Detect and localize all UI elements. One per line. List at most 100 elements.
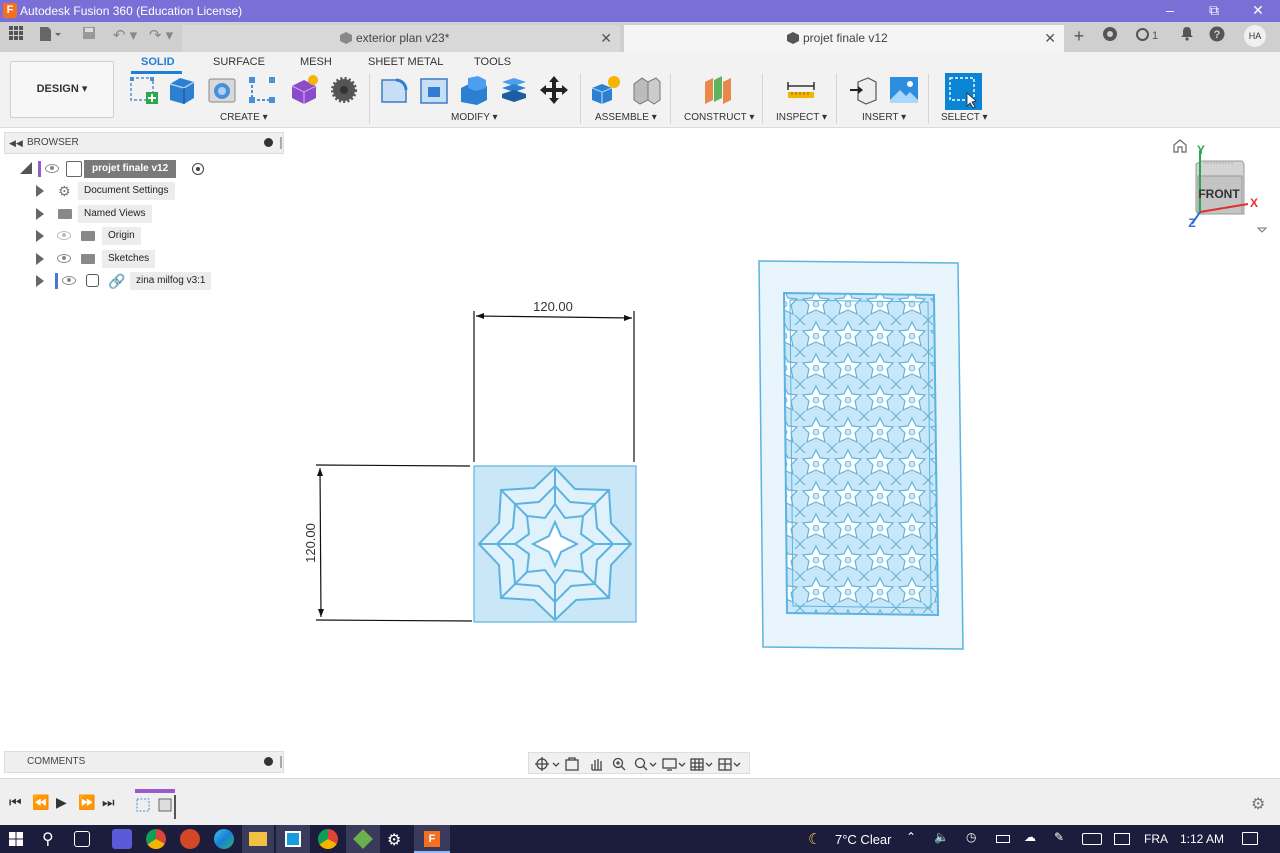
browser-item-sketches[interactable]: Sketches	[20, 249, 220, 269]
insert-canvas-image-icon[interactable]	[888, 74, 920, 106]
undo-icon[interactable]: ↶ ▾	[110, 26, 140, 46]
windows-start-icon[interactable]	[9, 832, 23, 846]
restore-button[interactable]: ⧉	[1192, 0, 1236, 22]
minimize-button[interactable]: –	[1148, 0, 1192, 22]
design-canvas[interactable]: 120.00 120.00 FRONT Y X Z	[290, 130, 1280, 750]
task-view-icon[interactable]	[74, 831, 90, 847]
play-icon[interactable]: ▶	[56, 794, 67, 811]
timeline-component-icon[interactable]	[158, 798, 172, 812]
assemble-group-label[interactable]: ASSEMBLE ▾	[595, 112, 657, 123]
collapse-panel-icon[interactable]: ◀◀	[9, 133, 23, 153]
close-window-button[interactable]: ✕	[1236, 0, 1280, 22]
chrome-icon[interactable]	[318, 829, 338, 849]
teams-icon[interactable]	[112, 829, 132, 849]
orbit-icon[interactable]	[535, 757, 549, 771]
expand-triangle-icon[interactable]	[36, 208, 44, 220]
timeline-sketch-icon[interactable]	[136, 798, 150, 812]
browser-item-named-views[interactable]: Named Views	[20, 204, 220, 224]
combine-icon[interactable]	[498, 74, 530, 106]
git-app-button[interactable]	[346, 825, 380, 853]
job-status-icon[interactable]: 1	[1132, 26, 1162, 46]
notifications-bell-icon[interactable]	[1178, 26, 1196, 46]
fit-zoom-icon[interactable]	[634, 757, 648, 771]
new-tab-icon[interactable]: +	[1068, 26, 1090, 46]
app-active-button[interactable]	[276, 825, 310, 853]
add-comment-icon[interactable]	[264, 757, 273, 766]
settings-gear-icon[interactable]: ⚙	[387, 830, 401, 850]
help-icon[interactable]: ?	[1208, 26, 1226, 46]
visibility-eye-icon[interactable]	[62, 276, 76, 285]
powerpoint-icon[interactable]	[180, 829, 200, 849]
notification-center-icon[interactable]	[1242, 832, 1258, 845]
rosette-sketch[interactable]	[473, 465, 637, 623]
viewcube-face-label[interactable]: FRONT	[1198, 187, 1240, 201]
lattice-panel-sketch[interactable]	[758, 260, 964, 650]
timeline-features[interactable]	[135, 789, 179, 819]
display-settings-icon[interactable]	[662, 758, 677, 771]
viewports-icon[interactable]	[718, 758, 732, 771]
expand-triangle-icon[interactable]	[36, 230, 44, 242]
vertical-dimension[interactable]	[315, 464, 473, 622]
browser-item-document-settings[interactable]: ⚙ Document Settings	[20, 181, 220, 201]
new-component-icon[interactable]	[590, 74, 622, 106]
measure-icon[interactable]	[785, 74, 817, 106]
tab-projet-finale[interactable]: projet finale v12 ✕	[624, 25, 1064, 52]
weather-moon-icon[interactable]: ☾	[808, 830, 821, 848]
home-view-icon[interactable]	[1173, 139, 1187, 153]
joint-icon[interactable]	[630, 74, 662, 106]
select-group-label[interactable]: SELECT ▾	[941, 112, 988, 123]
language-indicator[interactable]: FRA	[1144, 832, 1168, 846]
redo-icon[interactable]: ↷ ▾	[146, 26, 176, 46]
go-to-end-icon[interactable]: ⏭	[102, 794, 115, 811]
revolve-icon[interactable]	[206, 74, 238, 106]
zoom-dropdown-icon[interactable]	[649, 762, 657, 767]
show-hidden-icons-icon[interactable]: ⌃	[906, 830, 916, 844]
edge-icon[interactable]	[214, 829, 234, 849]
browser-options-icon[interactable]	[264, 138, 273, 147]
expand-triangle-icon[interactable]	[36, 275, 44, 287]
step-back-icon[interactable]: ⏪	[32, 794, 49, 811]
offset-plane-icon[interactable]	[702, 74, 734, 106]
zoom-icon[interactable]	[612, 757, 626, 771]
press-pull-icon[interactable]	[378, 74, 410, 106]
vertical-dimension-value[interactable]: 120.00	[303, 523, 318, 563]
fusion-taskbar-button[interactable]: F	[414, 825, 450, 853]
visibility-eye-icon[interactable]	[57, 231, 71, 240]
comments-panel-header[interactable]: COMMENTS	[4, 751, 284, 773]
create-group-label[interactable]: CREATE ▾	[220, 112, 268, 123]
save-icon[interactable]	[80, 26, 98, 46]
inspect-group-label[interactable]: INSPECT ▾	[776, 112, 827, 123]
tab-solid[interactable]: SOLID	[141, 56, 175, 68]
file-explorer-button[interactable]	[242, 825, 274, 853]
look-at-icon[interactable]	[565, 757, 579, 771]
extensions-icon[interactable]	[1100, 26, 1120, 46]
activate-radio-icon[interactable]	[192, 163, 204, 175]
workspace-switcher-button[interactable]: DESIGN ▾	[10, 61, 114, 118]
clock[interactable]: 1:12 AM	[1180, 832, 1224, 846]
extrude-icon[interactable]	[166, 74, 198, 106]
expand-triangle-icon[interactable]	[36, 253, 44, 265]
grid-dropdown-icon[interactable]	[705, 762, 713, 767]
display-icon[interactable]	[1114, 833, 1130, 845]
move-copy-icon[interactable]	[538, 74, 570, 106]
go-to-start-icon[interactable]: ⏮	[9, 794, 22, 811]
construct-group-label[interactable]: CONSTRUCT ▾	[684, 112, 754, 123]
tab-mesh[interactable]: MESH	[300, 56, 332, 68]
browser-panel-header[interactable]: ◀◀ BROWSER	[4, 132, 284, 154]
timeline-settings-gear-icon[interactable]: ⚙	[1251, 794, 1265, 814]
fillet-icon[interactable]	[418, 74, 450, 106]
browser-item-origin[interactable]: Origin	[20, 226, 220, 246]
insert-group-label[interactable]: INSERT ▾	[862, 112, 906, 123]
user-avatar[interactable]: HA	[1244, 25, 1266, 47]
tab-sheet-metal[interactable]: SHEET METAL	[368, 56, 443, 68]
volume-icon[interactable]: 🔈	[934, 830, 949, 844]
horizontal-dimension[interactable]	[473, 311, 635, 462]
create-more-gear-icon[interactable]	[328, 74, 360, 106]
search-icon[interactable]: ⚲	[42, 829, 54, 849]
onedrive-cloud-icon[interactable]: ☁	[1024, 830, 1036, 844]
tab-surface[interactable]: SURFACE	[213, 56, 265, 68]
tab-exterior-plan[interactable]: exterior plan v23* ✕	[182, 25, 620, 52]
orbit-dropdown-icon[interactable]	[552, 762, 560, 767]
pen-icon[interactable]: ✎	[1054, 830, 1064, 844]
weather-text[interactable]: 7°C Clear	[835, 832, 892, 847]
